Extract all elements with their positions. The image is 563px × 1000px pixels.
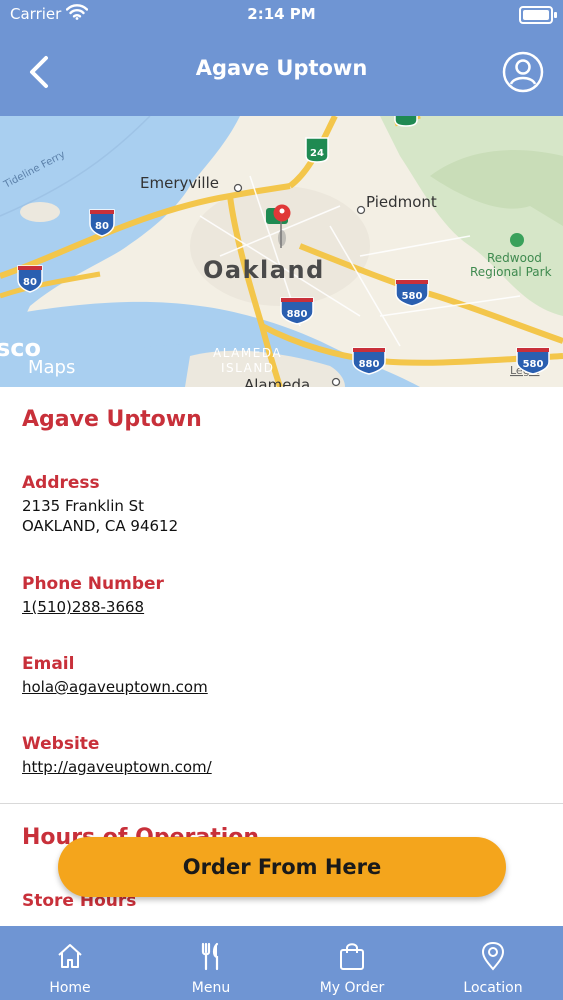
section-divider — [0, 803, 563, 804]
map-label-redwood: Redwood — [487, 251, 542, 265]
shield-i580-far: 580 — [516, 347, 550, 375]
tab-menu-label: Menu — [191, 980, 231, 996]
tab-bar: Home Menu My Order Location — [0, 926, 563, 1000]
shield-i80-east: 80 — [89, 209, 115, 237]
clock-time: 2:14 PM — [247, 5, 316, 23]
map-label-oakland: Oakland — [203, 256, 325, 284]
header-bar: Carrier 2:14 PM Agave Uptown — [0, 0, 563, 116]
tab-location-label: Location — [463, 980, 523, 996]
tab-home[interactable]: Home — [0, 926, 140, 1000]
phone-link[interactable]: 1(510)288-3668 — [22, 598, 144, 616]
shield-ca24-top — [394, 116, 418, 127]
order-from-here-button[interactable]: Order From Here — [58, 837, 506, 897]
fork-knife-icon — [201, 942, 219, 971]
profile-button[interactable] — [501, 50, 545, 94]
tab-home-label: Home — [49, 980, 91, 996]
address-line2: OAKLAND, CA 94612 — [22, 517, 179, 535]
shield-i880-north: 880 — [280, 297, 314, 325]
svg-text:80: 80 — [23, 277, 37, 288]
status-bar: Carrier 2:14 PM — [0, 0, 563, 30]
emeryville-dot — [233, 183, 243, 193]
tab-my-order-label: My Order — [319, 980, 385, 996]
apple-maps-label: Maps — [28, 357, 75, 378]
svg-text:580: 580 — [402, 291, 423, 302]
shield-i580-east: 580 — [395, 279, 429, 307]
shield-i80-west: 80 — [17, 265, 43, 293]
shopping-bag-icon — [340, 943, 364, 970]
shield-ca24: 24 — [305, 137, 329, 163]
svg-text:880: 880 — [359, 359, 380, 370]
tab-my-order[interactable]: My Order — [282, 926, 422, 1000]
battery-icon — [519, 6, 557, 24]
park-icon — [510, 233, 524, 247]
map-label-alameda-city: Alameda — [244, 376, 310, 387]
tab-menu[interactable]: Menu — [141, 926, 281, 1000]
address-label: Address — [22, 473, 100, 493]
svg-text:880: 880 — [287, 309, 308, 320]
website-link[interactable]: http://agaveuptown.com/ — [22, 758, 212, 776]
address-line1: 2135 Franklin St — [22, 497, 145, 515]
svg-text:580: 580 — [523, 359, 544, 370]
map-label-emeryville: Emeryville — [140, 174, 219, 192]
shield-i880-south: 880 — [352, 347, 386, 375]
home-icon — [58, 944, 82, 968]
alameda-dot — [331, 377, 341, 387]
location-map[interactable]: Tideline Ferry Emeryville Piedmont Oakla… — [0, 116, 563, 387]
map-label-regional-park: Regional Park — [470, 265, 552, 279]
tab-location[interactable]: Location — [423, 926, 563, 1000]
website-label: Website — [22, 734, 100, 754]
svg-text:80: 80 — [95, 221, 109, 232]
email-link[interactable]: hola@agaveuptown.com — [22, 678, 208, 696]
page-title: Agave Uptown — [195, 56, 368, 80]
map-label-piedmont: Piedmont — [366, 193, 437, 211]
phone-label: Phone Number — [22, 574, 164, 594]
map-label-alameda-island: ALAMEDA — [213, 346, 282, 360]
restaurant-name: Agave Uptown — [22, 407, 202, 432]
svg-text:24: 24 — [310, 148, 324, 159]
piedmont-dot — [356, 205, 366, 215]
location-pin-icon — [481, 941, 505, 971]
map-label-island: ISLAND — [221, 361, 275, 375]
email-label: Email — [22, 654, 75, 674]
user-profile-icon — [502, 51, 544, 93]
